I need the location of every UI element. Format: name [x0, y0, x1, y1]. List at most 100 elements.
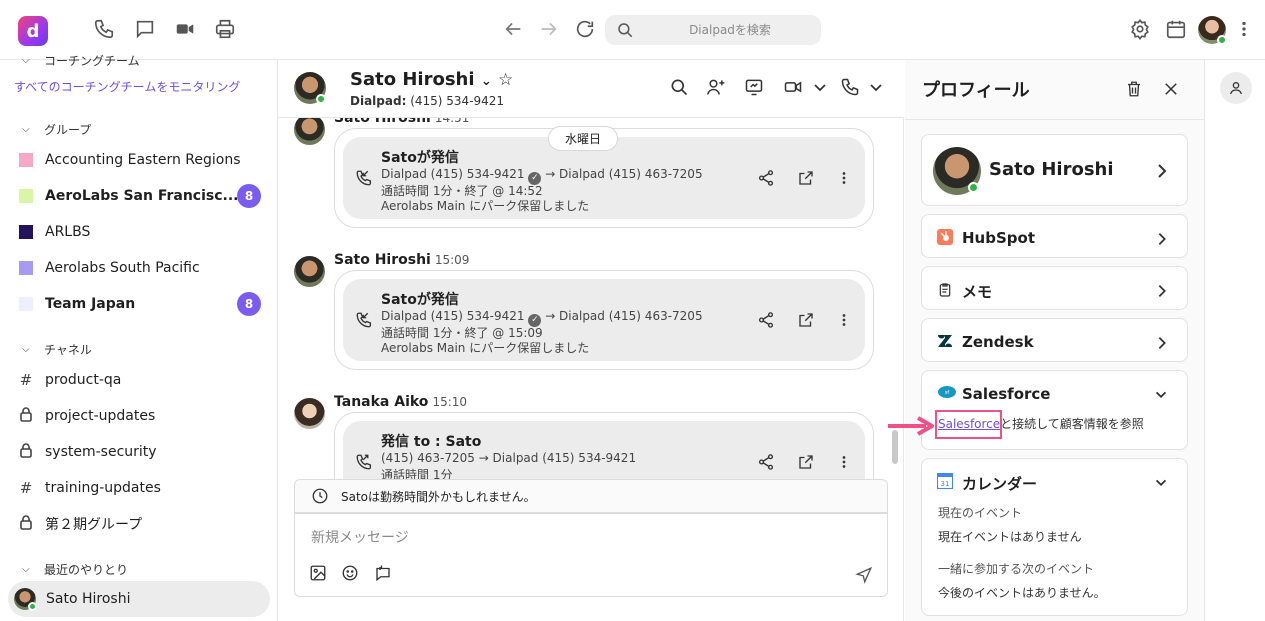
sidebar-group-item[interactable]: Accounting Eastern Regions: [8, 142, 270, 178]
current-events-value: 現在イベントはありません: [938, 530, 1082, 544]
sidebar-group-item[interactable]: Aerolabs South Pacific: [8, 250, 270, 286]
share-icon[interactable]: [757, 453, 775, 471]
share-icon[interactable]: [757, 311, 775, 329]
call-title: Satoが発信: [381, 150, 459, 166]
card-label[interactable]: カレンダー: [962, 473, 1037, 494]
refresh-icon[interactable]: [574, 18, 598, 42]
chevron-down-icon[interactable]: [1153, 475, 1169, 491]
call-to: → Dialpad (415) 463-7205: [545, 309, 703, 323]
image-icon[interactable]: [309, 564, 327, 582]
sidebar-channel-item[interactable]: system-security: [8, 434, 270, 470]
call-to: → Dialpad (415) 534-9421: [478, 451, 637, 465]
monitor-coaching-teams-link[interactable]: すべてのコーチングチームをモニタリング: [14, 78, 240, 95]
online-status-dot: [1217, 35, 1227, 45]
hubspot-card[interactable]: HubSpot: [921, 214, 1188, 258]
group-label: ARLBS: [45, 224, 91, 240]
search-icon[interactable]: [669, 77, 689, 97]
chevron-right-icon: [1155, 335, 1169, 351]
search-input[interactable]: [645, 15, 815, 45]
chevron-down-icon[interactable]: [1153, 387, 1169, 403]
clipboard-icon: [937, 281, 953, 299]
more-vertical-icon[interactable]: [837, 453, 851, 471]
share-icon[interactable]: [757, 169, 775, 187]
call-log-body[interactable]: Satoが発信 Dialpad (415) 534-9421 ✓ → Dialpa…: [343, 279, 865, 361]
video-icon[interactable]: [174, 18, 198, 42]
search-bar[interactable]: [605, 15, 821, 45]
coaching-section-header[interactable]: ⌵ コーチングチーム: [22, 52, 140, 69]
screen-share-icon[interactable]: [744, 77, 764, 97]
card-label[interactable]: Salesforce: [962, 385, 1050, 403]
recent-section-header[interactable]: ⌵ 最近のやりとり: [22, 561, 128, 578]
message-author: Sato Hiroshi 14:51: [334, 118, 469, 126]
gear-icon[interactable]: [1129, 18, 1153, 42]
sidebar: ⌵ コーチングチーム すべてのコーチングチームをモニタリング ⌵ グループ ⌵ …: [0, 54, 278, 621]
hash-icon: #: [19, 371, 33, 389]
trash-icon[interactable]: [1125, 80, 1143, 98]
section-label: コーチングチーム: [44, 54, 140, 68]
message-input[interactable]: [311, 526, 831, 550]
chevron-down-icon[interactable]: ⌄: [481, 74, 492, 89]
open-external-icon[interactable]: [797, 453, 815, 471]
sidebar-channel-item[interactable]: project-updates: [8, 398, 270, 434]
close-icon[interactable]: [1162, 80, 1180, 98]
message-time: 14:51: [434, 118, 470, 125]
recent-item-label: Sato Hiroshi: [46, 591, 131, 607]
add-person-icon[interactable]: [706, 77, 726, 97]
sidebar-group-item[interactable]: AeroLabs San Francisc... 8: [8, 178, 270, 214]
google-calendar-icon: 31: [937, 473, 953, 489]
chevron-down-icon[interactable]: [868, 77, 884, 97]
open-external-icon[interactable]: [797, 311, 815, 329]
dialpad-logo[interactable]: d: [18, 16, 48, 46]
open-external-icon[interactable]: [797, 169, 815, 187]
phone-icon[interactable]: [840, 77, 860, 97]
recent-item-sato-hiroshi[interactable]: Sato Hiroshi: [8, 581, 270, 617]
message-author-avatar[interactable]: [294, 118, 325, 145]
sidebar-group-item[interactable]: ARLBS: [8, 214, 270, 250]
calendar-card: 31 カレンダー 現在のイベント 現在イベントはありません 一緒に参加する次のイ…: [921, 458, 1188, 616]
user-avatar[interactable]: [1198, 16, 1227, 45]
chevron-down-icon[interactable]: [812, 77, 828, 97]
conversation-title[interactable]: Sato Hiroshi ⌄ ☆: [350, 69, 513, 90]
svg-text:sf: sf: [945, 390, 950, 396]
contact-avatar: [14, 588, 37, 611]
video-icon[interactable]: [782, 77, 804, 97]
more-vertical-icon[interactable]: [1234, 18, 1258, 42]
message-author: Tanaka Aiko 15:10: [334, 394, 467, 410]
message-time: 15:09: [434, 253, 470, 267]
sidebar-channel-item[interactable]: 第２期グループ: [8, 506, 270, 542]
notes-card[interactable]: メモ: [921, 266, 1188, 310]
star-icon[interactable]: ☆: [498, 70, 513, 90]
more-vertical-icon[interactable]: [837, 169, 851, 187]
sidebar-group-item[interactable]: Team Japan 8: [8, 286, 270, 322]
section-label: グループ: [44, 123, 92, 137]
back-arrow-icon[interactable]: [502, 18, 526, 42]
printer-icon[interactable]: [214, 18, 238, 42]
groups-section-header[interactable]: ⌵ グループ: [22, 121, 91, 138]
message-author-avatar[interactable]: [294, 256, 325, 287]
chevron-down-icon: ⌵: [22, 124, 30, 135]
zendesk-card[interactable]: Zendesk: [921, 318, 1188, 362]
channel-label: system-security: [45, 444, 157, 460]
message-author-avatar[interactable]: [294, 398, 325, 429]
sidebar-channel-item[interactable]: # product-qa: [8, 362, 270, 398]
phone-icon[interactable]: [93, 18, 117, 42]
forward-arrow-icon[interactable]: [538, 18, 562, 42]
profile-toggle-button[interactable]: [1220, 72, 1252, 104]
chevron-right-icon: [1155, 231, 1169, 247]
contact-card[interactable]: Sato Hiroshi: [921, 134, 1188, 206]
shortcut-icon[interactable]: [374, 564, 392, 582]
channel-label: 第２期グループ: [45, 517, 143, 533]
chat-bubble-icon[interactable]: [134, 18, 158, 42]
card-label: Zendesk: [962, 333, 1034, 351]
emoji-icon[interactable]: [341, 564, 359, 582]
send-icon[interactable]: [855, 566, 873, 584]
outgoing-call-icon: [355, 453, 373, 471]
channel-label: training-updates: [45, 480, 161, 496]
message-composer: [294, 513, 888, 597]
contact-avatar[interactable]: [294, 72, 326, 104]
call-from: (415) 463-7205: [381, 451, 475, 465]
calendar-icon[interactable]: [1165, 18, 1189, 42]
more-vertical-icon[interactable]: [837, 311, 851, 329]
channels-section-header[interactable]: ⌵ チャネル: [22, 341, 92, 358]
sidebar-channel-item[interactable]: # training-updates: [8, 470, 270, 506]
